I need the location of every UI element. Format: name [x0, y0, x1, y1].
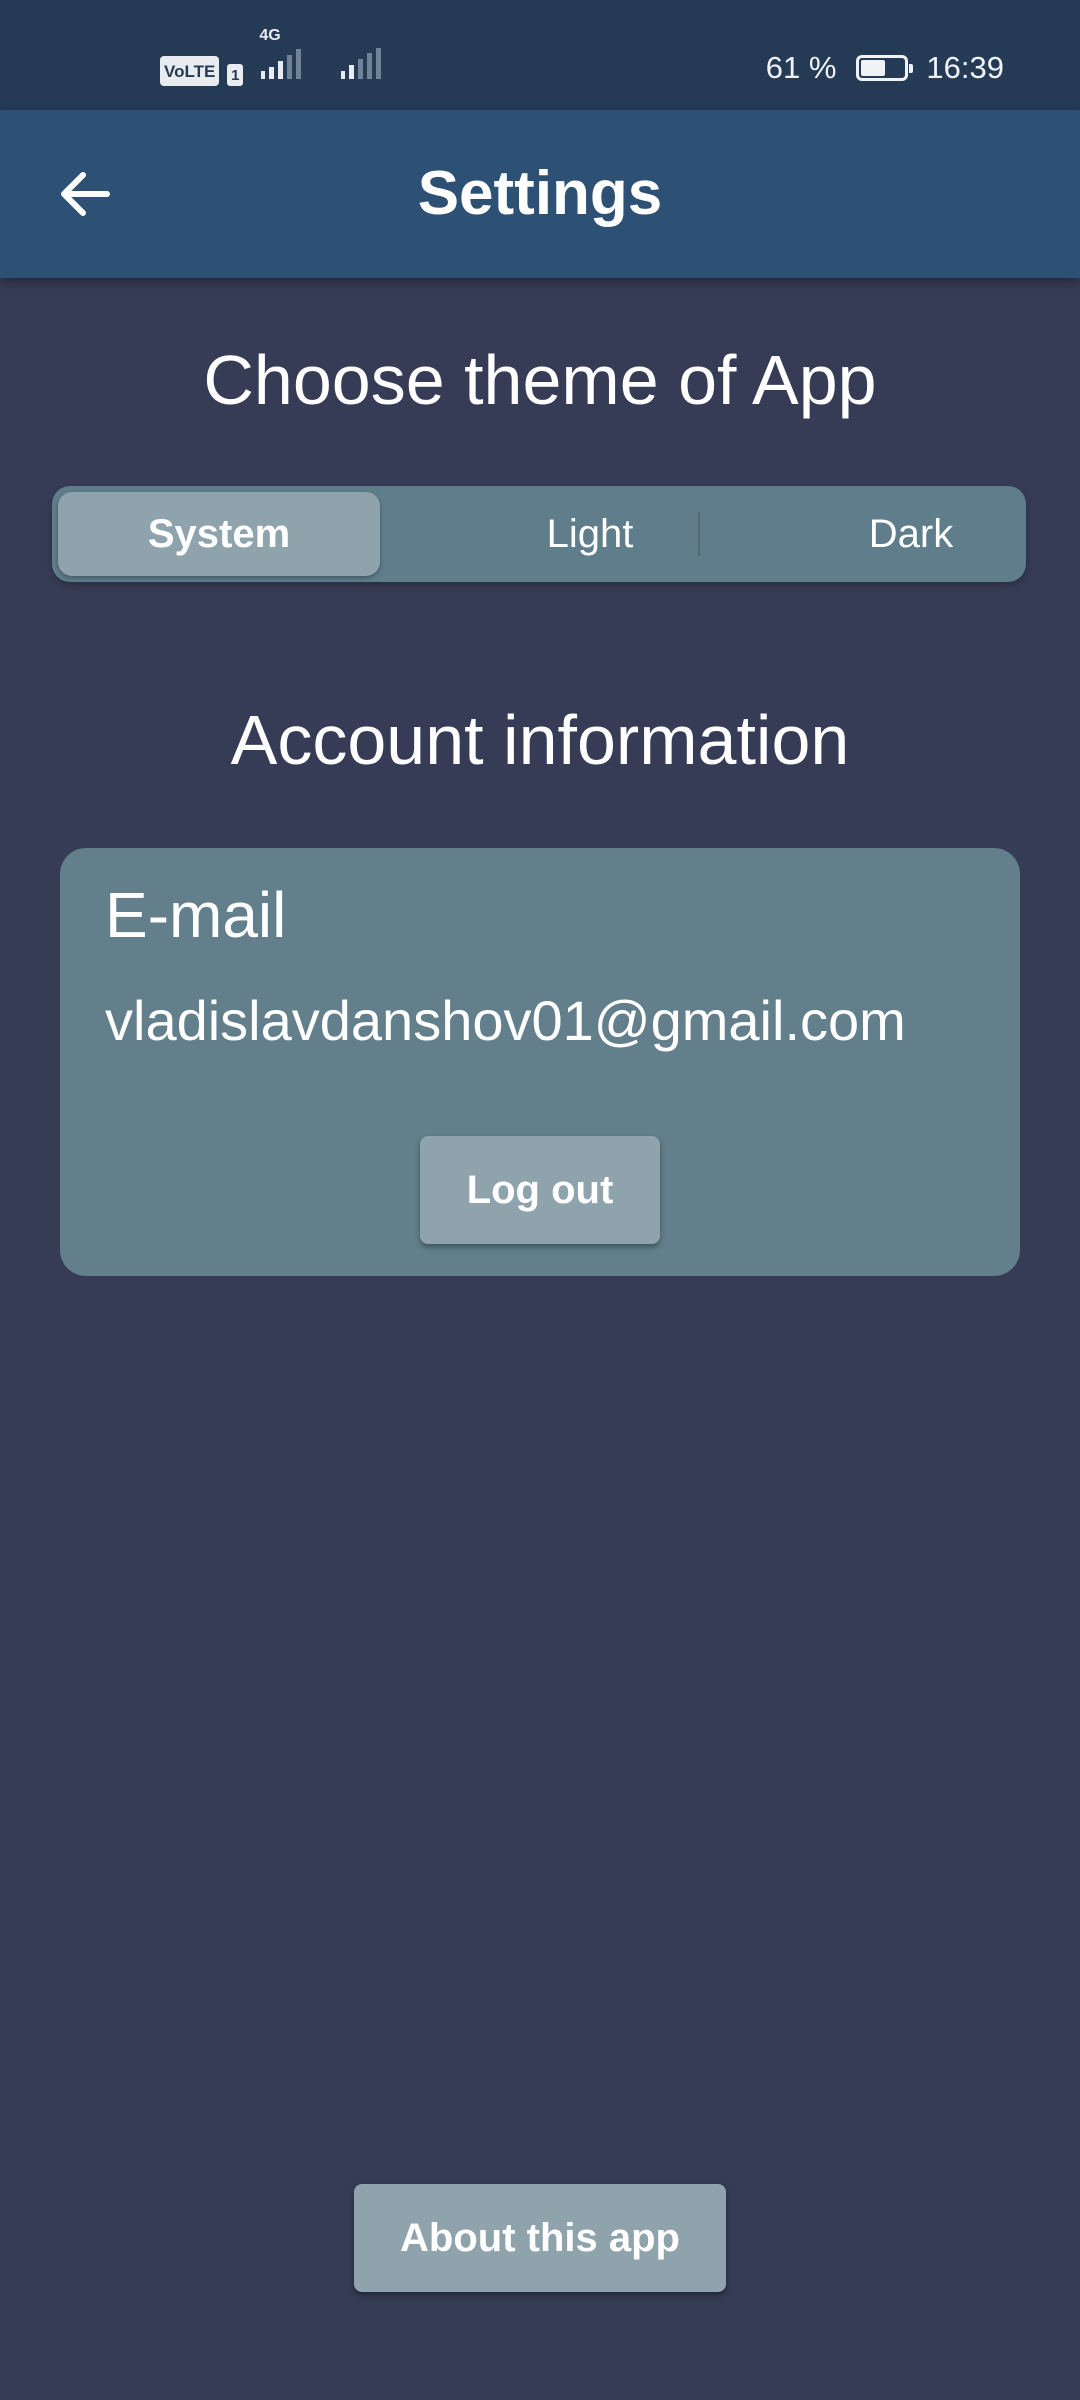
back-button[interactable]	[44, 154, 124, 234]
status-right-indicators: 61 % 16:39	[766, 48, 1004, 88]
battery-icon	[856, 55, 914, 81]
battery-percent: 61 %	[765, 50, 837, 85]
page-title: Settings	[417, 159, 663, 228]
logout-button[interactable]: Log out	[420, 1136, 660, 1244]
theme-segmented-control: System Light Dark	[52, 486, 1026, 582]
sim-slot-badge: 1	[227, 64, 244, 86]
segment-divider	[698, 512, 700, 556]
cellular-signal-icon-sim2	[339, 47, 383, 86]
email-label: E-mail	[105, 879, 287, 951]
status-bar: VoLTE 1 4G 61 % 16:39	[0, 0, 1080, 110]
network-type-label: 4G	[259, 27, 281, 44]
app-bar: Settings	[0, 110, 1080, 278]
theme-option-dark[interactable]: Dark	[752, 492, 1070, 576]
email-value: vladislavdanshov01@gmail.com	[105, 989, 906, 1052]
clock: 16:39	[926, 50, 1004, 85]
account-heading: Account information	[230, 701, 850, 779]
account-card: E-mail vladislavdanshov01@gmail.com Log …	[60, 848, 1020, 1276]
arrow-left-icon	[61, 172, 110, 216]
cellular-signal-icon-sim1: 4G	[259, 27, 313, 86]
theme-heading: Choose theme of App	[203, 341, 877, 419]
volte-badge: VoLTE	[160, 56, 220, 86]
about-app-button[interactable]: About this app	[354, 2184, 726, 2292]
theme-option-system[interactable]: System	[58, 492, 380, 576]
theme-option-light[interactable]: Light	[432, 492, 748, 576]
battery-level-fill	[861, 60, 886, 76]
status-left-indicators: VoLTE 1 4G	[160, 27, 383, 86]
